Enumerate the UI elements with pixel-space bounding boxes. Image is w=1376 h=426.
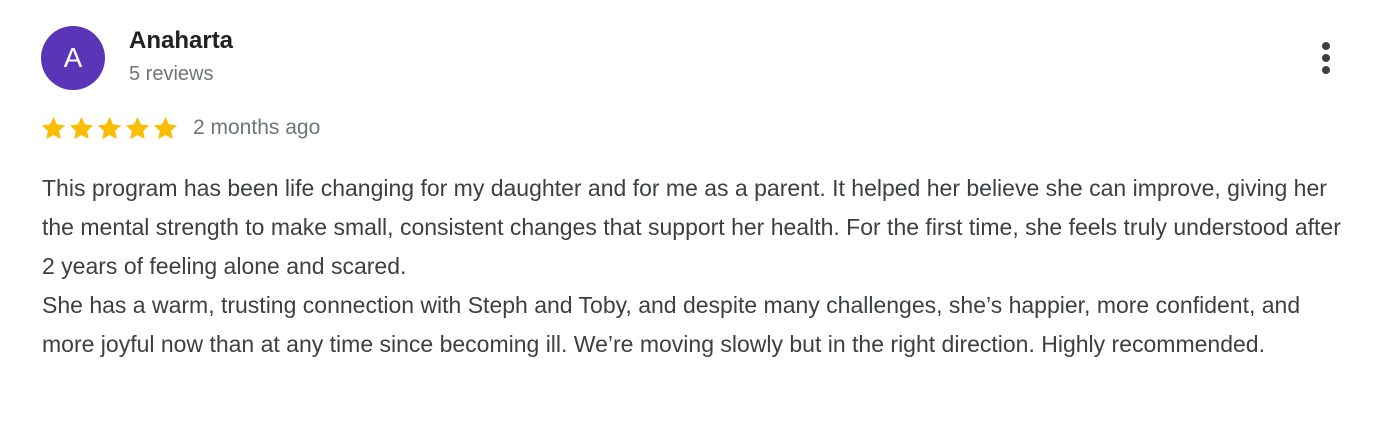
review-date: 2 months ago [193, 116, 321, 139]
reviewer-name[interactable]: Anaharta [129, 26, 233, 56]
more-options-button[interactable] [1306, 36, 1346, 80]
star-icon [125, 116, 150, 139]
star-icon [41, 116, 66, 139]
star-icon [153, 116, 178, 139]
review-paragraph: She has a warm, trusting connection with… [42, 292, 1301, 357]
review-paragraph: This program has been life changing for … [42, 175, 1341, 279]
avatar-initial: A [63, 42, 83, 73]
rating-row: 2 months ago [40, 113, 320, 143]
more-vert-icon [1322, 42, 1330, 74]
star-rating [40, 115, 179, 142]
review-count: 5 reviews [129, 63, 214, 85]
avatar[interactable]: A [41, 26, 105, 90]
review-card: A Anaharta 5 reviews 2 months ago This p… [0, 0, 1376, 426]
star-icon [97, 116, 122, 139]
star-icon [69, 116, 94, 139]
review-text: This program has been life changing for … [42, 169, 1352, 364]
